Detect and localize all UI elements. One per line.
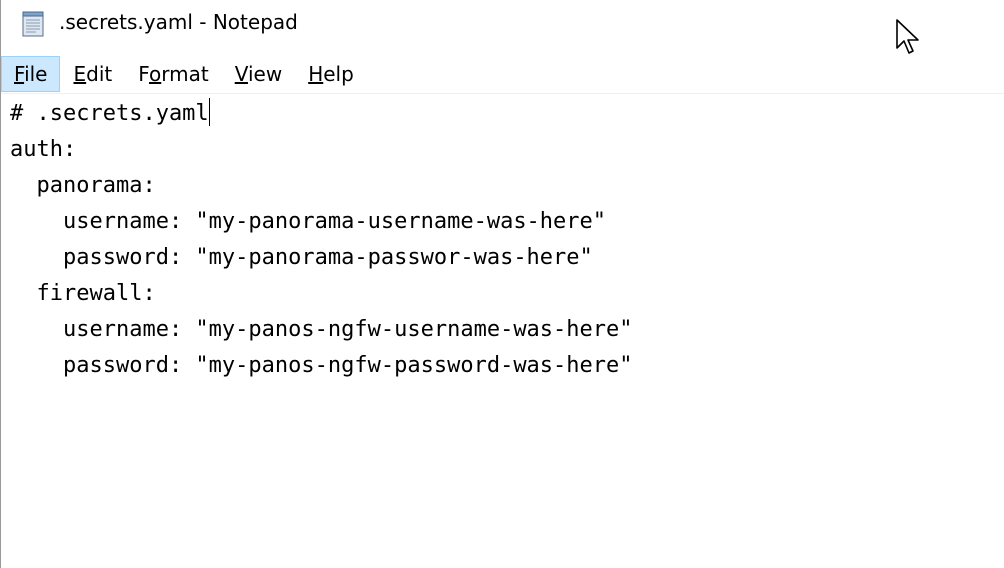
menu-label-rest: rmat	[161, 62, 209, 86]
menu-separator	[1, 93, 1004, 94]
menu-mnemonic: E	[73, 62, 87, 86]
editor-line: password: "my-panos-ngfw-password-was-he…	[10, 348, 1000, 384]
editor-line-text: firewall:	[10, 281, 156, 306]
menu-label-rest: elp	[323, 62, 354, 86]
menu-label-rest: iew	[247, 62, 283, 86]
editor-line-text: username: "my-panos-ngfw-username-was-he…	[10, 317, 633, 342]
mouse-pointer-icon	[896, 19, 919, 54]
menu-mnemonic: o	[149, 62, 162, 86]
title-bar[interactable]: .secrets.yaml - Notepad	[1, 0, 1004, 52]
editor-line: username: "my-panorama-username-was-here…	[10, 204, 1000, 240]
notepad-icon	[22, 11, 44, 37]
editor-line: username: "my-panos-ngfw-username-was-he…	[10, 312, 1000, 348]
menu-help[interactable]: Help	[295, 56, 367, 92]
menu-label-prefix: F	[138, 62, 150, 86]
menu-bar: File Edit Format View Help	[1, 56, 1004, 92]
menu-file[interactable]: File	[1, 56, 61, 92]
editor-line-text: auth:	[10, 137, 77, 162]
editor-line-text: panorama:	[10, 173, 156, 198]
editor-line-text: # .secrets.yaml	[10, 101, 209, 126]
editor-line: firewall:	[10, 276, 1000, 312]
window-title: .secrets.yaml - Notepad	[59, 10, 298, 34]
editor-line-text: password: "my-panorama-passwor-was-here"	[10, 245, 593, 270]
notepad-window: .secrets.yaml - Notepad File Edit Format…	[0, 0, 1004, 568]
menu-mnemonic: F	[14, 62, 25, 86]
menu-view[interactable]: View	[222, 56, 295, 92]
text-caret	[208, 98, 210, 126]
menu-format[interactable]: Format	[125, 56, 222, 92]
menu-mnemonic: H	[308, 62, 324, 86]
editor-line: # .secrets.yaml	[10, 96, 1000, 132]
editor-line: panorama:	[10, 168, 1000, 204]
text-editor-area[interactable]: # .secrets.yaml auth: panorama: username:…	[10, 96, 1000, 564]
editor-line: password: "my-panorama-passwor-was-here"	[10, 240, 1000, 276]
editor-line-text: username: "my-panorama-username-was-here…	[10, 209, 607, 234]
menu-label-rest: dit	[86, 62, 113, 86]
editor-line: auth:	[10, 132, 1000, 168]
editor-line-text: password: "my-panos-ngfw-password-was-he…	[10, 353, 633, 378]
menu-label-rest: ile	[24, 62, 48, 86]
menu-mnemonic: V	[234, 62, 248, 86]
menu-edit[interactable]: Edit	[60, 56, 125, 92]
